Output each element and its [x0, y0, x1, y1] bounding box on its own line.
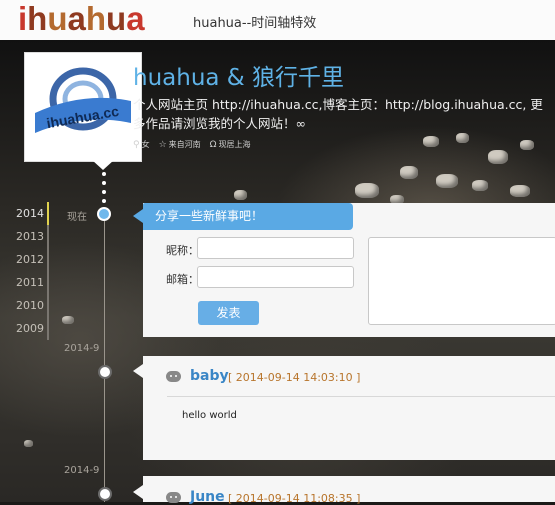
hometown-info: ☆ 来自河南 [158, 140, 201, 150]
now-label: 现在 [67, 212, 87, 223]
timeline-node [98, 365, 112, 379]
rock-decoration [456, 133, 469, 143]
year-item-2010[interactable]: 2010 [0, 294, 49, 317]
star-icon: ☆ [158, 140, 167, 150]
gender-icon: ⚲ [133, 140, 140, 150]
profile-description: 个人网站主页 http://ihuahua.cc,博客主页：http://blo… [133, 97, 543, 131]
top-header: ihuahua huahua--时间轴特效 [0, 0, 555, 40]
rock-decoration [488, 150, 508, 164]
post-author[interactable]: June [190, 489, 225, 505]
chat-icon [166, 492, 181, 503]
post-time: [ 2014-09-14 11:08:35 ] [228, 492, 361, 505]
composer-pointer [133, 209, 143, 223]
site-title: huahua--时间轴特效 [193, 16, 317, 31]
site-logo[interactable]: ihuahua [18, 2, 145, 36]
gender-info: ⚲ 女 [133, 140, 150, 150]
residence-info: Ω 现居上海 [209, 140, 251, 150]
rock-decoration [355, 183, 379, 198]
composer-title: 分享一些新鲜事吧！ [143, 203, 353, 230]
year-item-2013[interactable]: 2013 [0, 225, 49, 248]
avatar[interactable]: ihuahua.cc [24, 52, 142, 162]
avatar-pointer [92, 160, 114, 170]
chat-icon [166, 371, 181, 382]
avatar-image: ihuahua.cc [35, 67, 131, 133]
rock-decoration [510, 185, 530, 197]
post-divider [167, 396, 555, 397]
timeline-node-now [97, 207, 111, 221]
post-pointer [133, 485, 143, 499]
date-label: 2014-9 [64, 465, 100, 476]
rock-decoration [472, 180, 488, 191]
email-label: 邮箱： [166, 273, 199, 286]
post-body: hello world [182, 410, 237, 421]
year-item-2014[interactable]: 2014 [0, 202, 49, 225]
email-field[interactable] [197, 266, 354, 288]
year-nav: 2014 2013 2012 2011 2010 2009 [0, 202, 49, 340]
rock-decoration [400, 166, 418, 179]
timeline-line [104, 218, 105, 502]
rock-decoration [234, 190, 247, 200]
nickname-label: 昵称： [166, 244, 199, 257]
date-label: 2014-9 [64, 343, 100, 354]
profile-meta: ⚲ 女 ☆ 来自河南 Ω 现居上海 [133, 139, 251, 150]
rock-decoration [24, 440, 33, 447]
year-item-2009[interactable]: 2009 [0, 317, 49, 340]
rock-decoration [423, 136, 439, 147]
submit-button[interactable]: 发表 [198, 301, 259, 325]
year-item-2011[interactable]: 2011 [0, 271, 49, 294]
rock-decoration [436, 174, 458, 188]
nickname-field[interactable] [197, 237, 354, 259]
message-textarea[interactable] [368, 237, 555, 325]
timeline-node [98, 487, 112, 501]
year-item-2012[interactable]: 2012 [0, 248, 49, 271]
rock-decoration [520, 140, 534, 150]
rock-decoration [62, 316, 74, 324]
post-author[interactable]: baby [190, 368, 229, 384]
profile-name: huahua & 狼行千里 [133, 65, 345, 91]
location-icon: Ω [209, 140, 217, 150]
post-time: [ 2014-09-14 14:03:10 ] [228, 371, 361, 384]
post-pointer [133, 364, 143, 378]
